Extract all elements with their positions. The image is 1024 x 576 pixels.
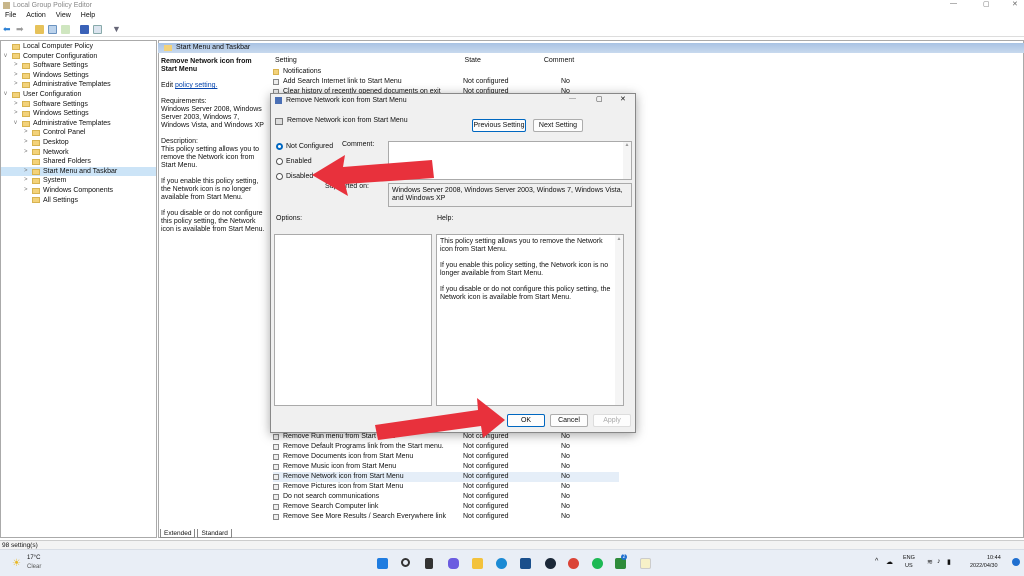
annotation-arrows bbox=[312, 155, 505, 440]
arrow-to-disabled-icon bbox=[312, 155, 434, 196]
task-view-icon[interactable] bbox=[425, 558, 433, 569]
file-explorer-icon[interactable] bbox=[472, 558, 483, 569]
weather-condition[interactable]: Clear bbox=[27, 564, 41, 570]
battery-icon[interactable]: ▮ bbox=[947, 558, 951, 566]
spotify-icon[interactable] bbox=[592, 558, 603, 569]
notification-badge: 2 bbox=[621, 554, 627, 560]
notepad-icon[interactable] bbox=[640, 558, 651, 569]
volume-icon[interactable]: ♪ bbox=[937, 558, 941, 565]
language[interactable]: ENG bbox=[903, 555, 915, 561]
tray-chevron-icon[interactable]: ^ bbox=[875, 558, 878, 565]
taskbar: ☀ 17°C Clear 2 ^ ☁ ENG US ≋ ♪ ▮ 10:44 20… bbox=[0, 549, 1024, 576]
notification-center-icon[interactable] bbox=[1012, 558, 1020, 566]
weather-icon: ☀ bbox=[12, 558, 21, 569]
search-icon[interactable] bbox=[401, 558, 410, 567]
region[interactable]: US bbox=[905, 563, 913, 569]
store-icon[interactable] bbox=[520, 558, 531, 569]
clock-date[interactable]: 2022/04/30 bbox=[970, 563, 998, 569]
clock-time[interactable]: 10:44 bbox=[987, 555, 1001, 561]
onedrive-icon[interactable]: ☁ bbox=[886, 558, 893, 566]
steam-icon[interactable] bbox=[545, 558, 556, 569]
edge-icon[interactable] bbox=[496, 558, 507, 569]
wifi-icon[interactable]: ≋ bbox=[927, 558, 933, 566]
start-icon[interactable] bbox=[377, 558, 388, 569]
weather-temp[interactable]: 17°C bbox=[27, 555, 40, 561]
arrow-to-ok-icon bbox=[375, 398, 505, 440]
chrome-icon[interactable] bbox=[568, 558, 579, 569]
chat-icon[interactable] bbox=[448, 558, 459, 569]
